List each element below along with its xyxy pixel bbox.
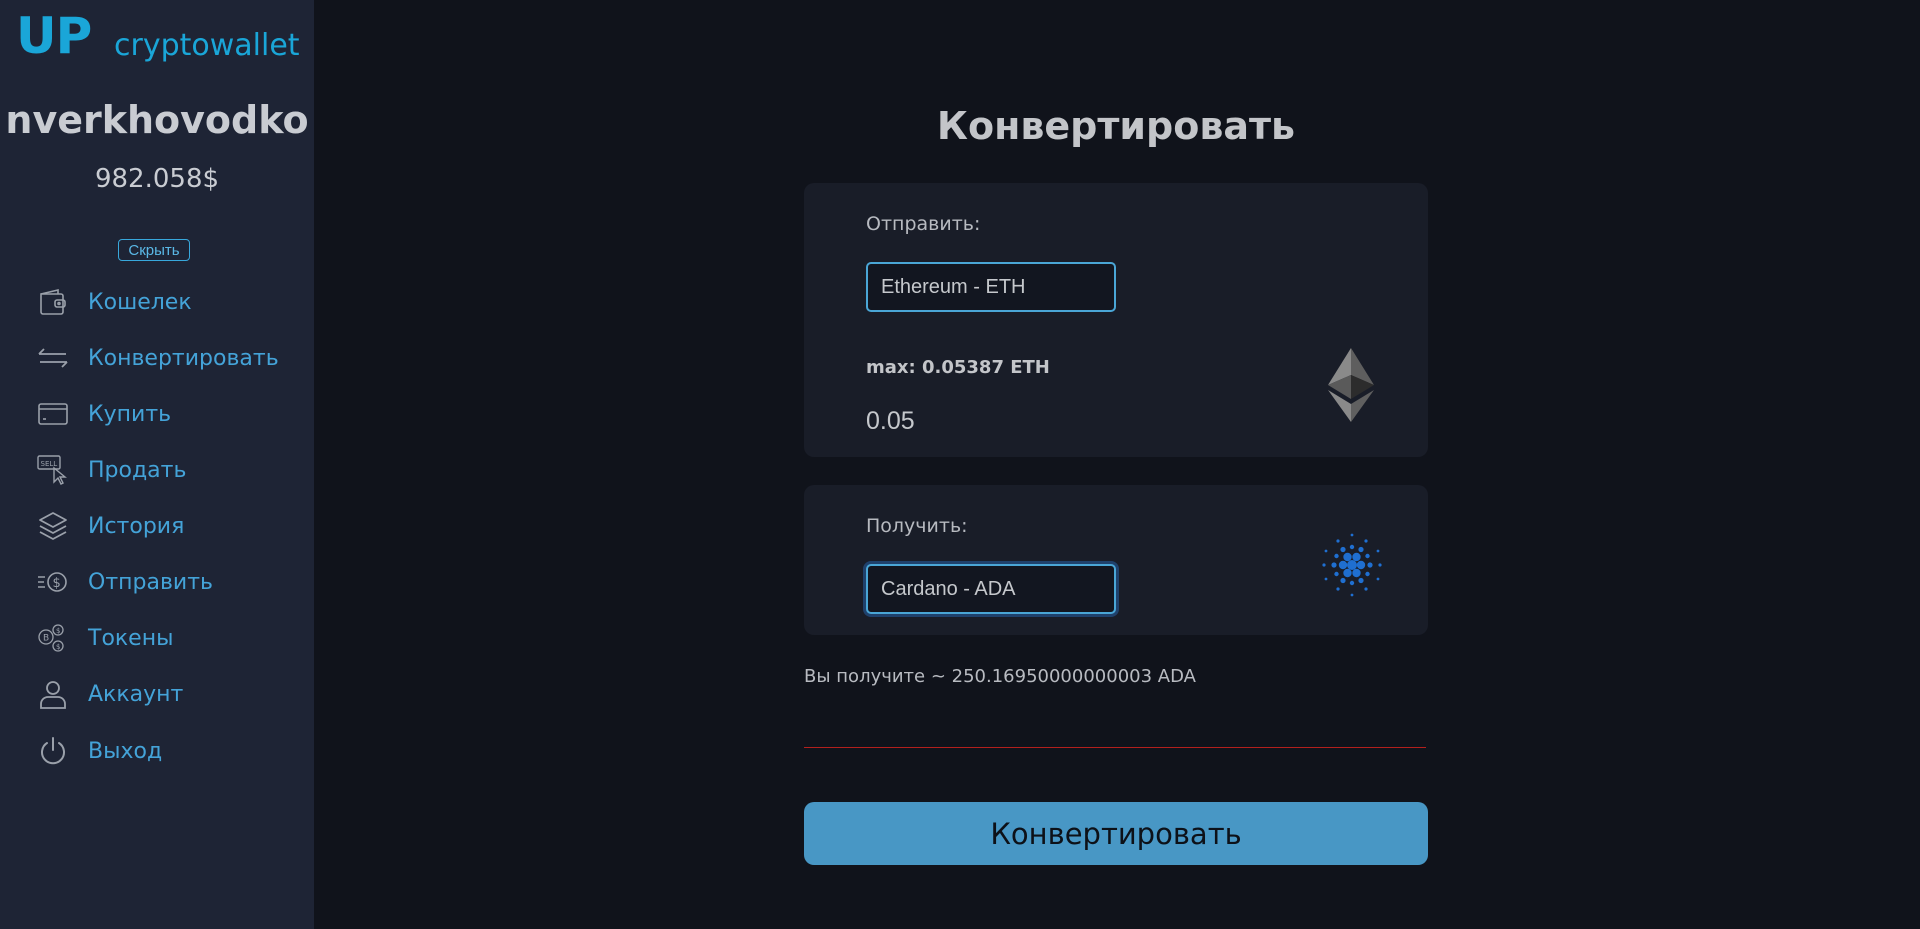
sidebar-item-label: Токены — [88, 625, 174, 651]
ethereum-logo-icon — [1328, 348, 1374, 422]
sidebar-item-buy[interactable]: Купить — [36, 394, 306, 434]
cardano-logo-icon — [1322, 533, 1382, 597]
send-amount-input[interactable] — [866, 403, 1246, 439]
logo-text: cryptowallet — [114, 28, 300, 63]
receive-label: Получить: — [866, 515, 968, 537]
sidebar-item-label: Кошелек — [88, 289, 192, 315]
sidebar: UP cryptowallet nverkhovodko 982.058$ Ск… — [0, 0, 314, 929]
page-title: Конвертировать — [936, 104, 1296, 148]
send-currency-select[interactable]: Ethereum - ETH — [866, 262, 1116, 312]
sidebar-item-wallet[interactable]: Кошелек — [36, 282, 306, 322]
sell-icon: SELL — [36, 453, 70, 487]
sidebar-item-label: Выход — [88, 738, 163, 764]
wallet-icon — [36, 285, 70, 319]
tokens-icon: B $ $ — [36, 621, 70, 655]
sidebar-item-sell[interactable]: SELL Продать — [36, 450, 306, 490]
logo-mark: UP — [16, 7, 92, 65]
convert-button[interactable]: Конвертировать — [804, 802, 1428, 865]
balance-amount: 982.058$ — [94, 164, 220, 194]
username: nverkhovodko — [5, 98, 309, 142]
credit-card-icon — [36, 397, 70, 431]
divider-line — [804, 747, 1426, 748]
svg-text:$: $ — [56, 643, 60, 651]
sidebar-item-label: Продать — [88, 457, 187, 483]
sidebar-item-label: Отправить — [88, 569, 214, 595]
svg-text:$: $ — [56, 627, 60, 635]
send-dollar-icon: $ — [36, 565, 70, 599]
power-icon — [36, 734, 70, 768]
sidebar-item-tokens[interactable]: B $ $ Токены — [36, 618, 306, 658]
sidebar-item-label: История — [88, 513, 185, 539]
sidebar-item-history[interactable]: История — [36, 506, 306, 546]
send-label: Отправить: — [866, 213, 981, 235]
svg-text:SELL: SELL — [41, 460, 58, 468]
sidebar-item-label: Конвертировать — [88, 345, 279, 371]
layers-icon — [36, 509, 70, 543]
max-amount-text: max: 0.05387 ETH — [866, 357, 1050, 378]
sidebar-item-send[interactable]: $ Отправить — [36, 562, 306, 602]
svg-text:$: $ — [53, 576, 61, 591]
sidebar-item-convert[interactable]: Конвертировать — [36, 338, 306, 378]
convert-arrows-icon — [36, 341, 70, 375]
send-card: Отправить: Ethereum - ETH max: 0.05387 E… — [804, 183, 1428, 457]
receive-currency-select[interactable]: Cardano - ADA — [866, 564, 1116, 614]
sidebar-item-account[interactable]: Аккаунт — [36, 674, 306, 714]
receive-card: Получить: Cardano - ADA — [804, 485, 1428, 635]
sidebar-item-label: Аккаунт — [88, 681, 184, 707]
sidebar-item-label: Купить — [88, 401, 172, 427]
hide-balance-button[interactable]: Скрыть — [118, 239, 190, 261]
receive-estimate-text: Вы получите ~ 250.16950000000003 ADA — [804, 666, 1196, 687]
svg-text:B: B — [43, 634, 49, 644]
user-icon — [36, 677, 70, 711]
sidebar-item-logout[interactable]: Выход — [36, 731, 306, 771]
